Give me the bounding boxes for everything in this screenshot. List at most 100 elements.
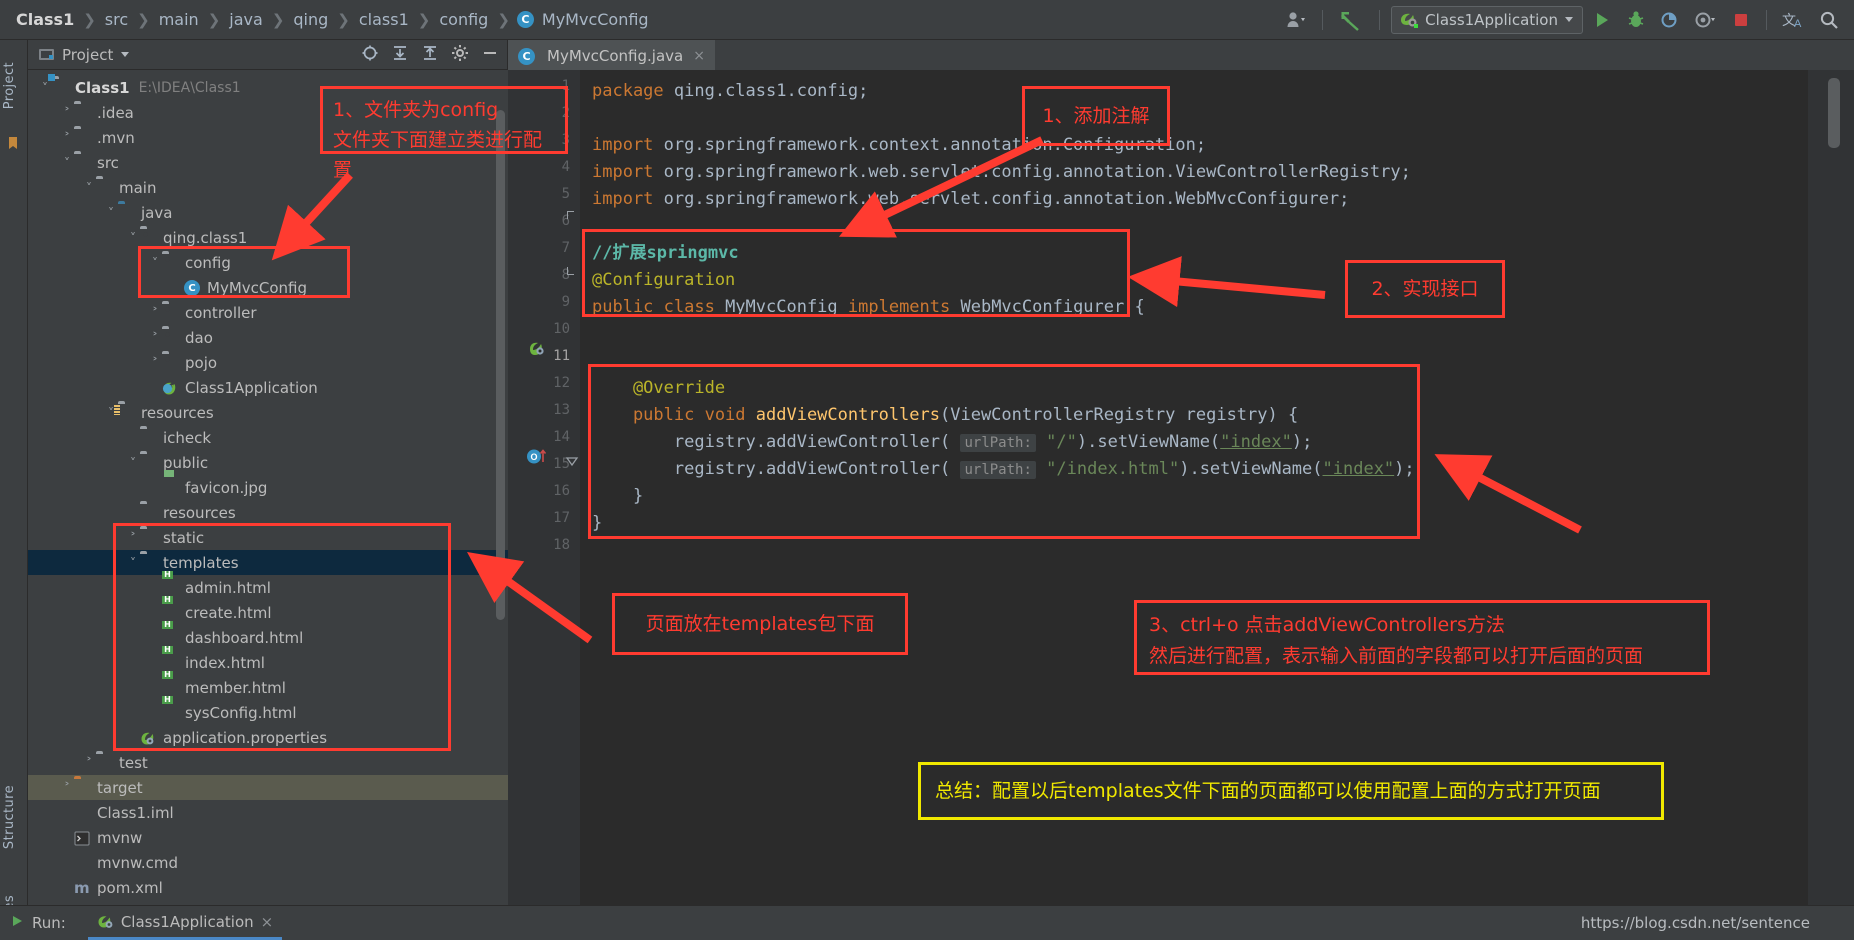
breadcrumb-item-class[interactable]: MyMvcConfig <box>540 10 651 29</box>
chevron-right-icon[interactable]: ˃ <box>60 131 74 145</box>
tree-item-mvnw-cmd[interactable]: mvnw.cmd <box>28 850 508 875</box>
search-icon[interactable] <box>1814 6 1844 34</box>
chevron-down-icon[interactable]: ˅ <box>104 206 118 220</box>
chevron-right-icon[interactable]: ˃ <box>82 756 96 770</box>
stop-icon[interactable] <box>1727 6 1755 34</box>
tree-item-label: dao <box>185 328 213 347</box>
run-tool-icon[interactable] <box>9 913 25 933</box>
chevron-down-icon[interactable]: ˅ <box>126 456 140 470</box>
tree-item-favicon-jpg[interactable]: favicon.jpg <box>28 475 508 500</box>
fold-marker-imports-end[interactable] <box>565 262 577 281</box>
update-project-icon[interactable] <box>1334 6 1368 34</box>
line-number-10[interactable]: 10 <box>553 321 570 337</box>
folder-package-icon <box>162 329 179 346</box>
override-method-gutter-icon[interactable]: O <box>526 448 556 469</box>
locate-icon[interactable] <box>361 44 379 66</box>
line-number-11[interactable]: 11 <box>553 348 570 364</box>
tree-item-pom-xml[interactable]: m pom.xml <box>28 875 508 900</box>
tool-tab-project[interactable]: Project <box>2 62 17 109</box>
line-number-13[interactable]: 13 <box>553 402 570 418</box>
chevron-down-icon[interactable]: ˅ <box>126 231 140 245</box>
line-number-9[interactable]: 9 <box>562 294 570 310</box>
fold-marker-imports[interactable] <box>565 206 577 225</box>
tree-item-public[interactable]: ˅ public <box>28 450 508 475</box>
code-line-4[interactable]: import org.springframework.web.servlet.c… <box>592 159 1411 186</box>
editor-tab-label: MyMvcConfig.java <box>547 47 684 65</box>
chevron-down-icon[interactable]: ˅ <box>60 156 74 170</box>
breadcrumb-separator: ❯ <box>497 10 510 29</box>
close-icon[interactable]: × <box>261 913 274 931</box>
run-tab-class1application[interactable]: Class1Application × <box>87 907 283 940</box>
line-number-12[interactable]: 12 <box>553 375 570 391</box>
tree-item-test[interactable]: ˃ test <box>28 750 508 775</box>
run-icon[interactable] <box>1587 6 1617 34</box>
tree-item-target[interactable]: ˃ target <box>28 775 508 800</box>
tree-item-class1-iml[interactable]: Class1.iml <box>28 800 508 825</box>
translate-icon[interactable]: 文A <box>1778 6 1810 34</box>
profile-icon[interactable] <box>1689 6 1723 34</box>
tree-item-controller[interactable]: ˃ controller <box>28 300 508 325</box>
tree-item-java[interactable]: ˅ java <box>28 200 508 225</box>
line-number-7[interactable]: 7 <box>562 240 570 256</box>
gear-icon[interactable] <box>451 44 469 66</box>
chevron-right-icon[interactable]: ˃ <box>60 781 74 795</box>
breadcrumb-item-3[interactable]: java <box>227 10 265 29</box>
breadcrumb-item-5[interactable]: class1 <box>357 10 411 29</box>
java-class-icon: C <box>516 11 534 28</box>
editor-tab-mymvcconfig[interactable]: C MyMvcConfig.java × <box>508 40 715 70</box>
line-number-17[interactable]: 17 <box>553 510 570 526</box>
tree-item-dao[interactable]: ˃ dao <box>28 325 508 350</box>
line-number-14[interactable]: 14 <box>553 429 570 445</box>
debug-icon[interactable] <box>1621 6 1651 34</box>
line-number-5[interactable]: 5 <box>562 186 570 202</box>
account-icon[interactable] <box>1281 6 1311 34</box>
bookmark-icon[interactable] <box>5 135 21 151</box>
spring-bean-gutter-icon[interactable] <box>528 340 545 361</box>
breadcrumb-item-6[interactable]: config <box>437 10 490 29</box>
svg-text:O: O <box>530 452 537 462</box>
tree-item-main[interactable]: ˅ main <box>28 175 508 200</box>
tree-item-pojo[interactable]: ˃ pojo <box>28 350 508 375</box>
editor-gutter[interactable]: 1 2 3 4 5 6 7 8 9 10 11 12 13 14 15 16 17 18 <box>508 70 580 925</box>
line-number-16[interactable]: 16 <box>553 483 570 499</box>
breadcrumb-item-2[interactable]: main <box>157 10 201 29</box>
breadcrumb-item-1[interactable]: src <box>103 10 130 29</box>
java-class-icon: C <box>518 47 535 65</box>
expand-all-icon[interactable] <box>421 44 439 66</box>
code-line-1[interactable]: package qing.class1.config; <box>592 78 868 105</box>
run-configuration-selector[interactable]: Class1Application <box>1391 5 1583 34</box>
editor-scrollbar[interactable] <box>1828 78 1840 148</box>
chevron-down-icon <box>1565 17 1573 22</box>
project-tree[interactable]: ˅ Class1 E:\IDEA\Class1 ˃ .idea ˃ .mvn ˅ src ˅ mai… <box>28 70 508 925</box>
chevron-down-icon[interactable]: ˅ <box>82 181 96 195</box>
line-number-4[interactable]: 4 <box>562 159 570 175</box>
fold-marker-method[interactable] <box>565 454 579 473</box>
chevron-right-icon[interactable]: ˃ <box>148 356 162 370</box>
run-with-coverage-icon[interactable] <box>1655 6 1685 34</box>
line-number-18[interactable]: 18 <box>553 537 570 553</box>
tree-item-icheck[interactable]: icheck <box>28 425 508 450</box>
chevron-right-icon[interactable]: ˃ <box>60 106 74 120</box>
hide-icon[interactable] <box>481 44 499 66</box>
code-line-5[interactable]: import org.springframework.web.servlet.c… <box>592 186 1349 213</box>
breadcrumb-item-0[interactable]: Class1 <box>14 10 76 29</box>
tree-item-mvnw[interactable]: mvnw <box>28 825 508 850</box>
close-icon[interactable]: × <box>693 48 705 64</box>
folder-resources-icon <box>118 404 135 421</box>
folder-module-icon <box>52 79 69 96</box>
chevron-right-icon[interactable]: ˃ <box>148 306 162 320</box>
tree-item-resources[interactable]: resources <box>28 500 508 525</box>
chevron-down-icon[interactable]: ˅ <box>38 81 52 95</box>
chevron-right-icon[interactable]: ˃ <box>148 331 162 345</box>
tree-item-label: .mvn <box>97 128 135 147</box>
breadcrumb-separator: ❯ <box>207 10 221 29</box>
collapse-all-icon[interactable] <box>391 44 409 66</box>
breadcrumb-item-4[interactable]: qing <box>291 10 330 29</box>
tree-item-class1application[interactable]: Class1Application <box>28 375 508 400</box>
tree-item-label: java <box>141 203 173 222</box>
tree-item-resources[interactable]: ˅ resources <box>28 400 508 425</box>
chevron-down-icon[interactable] <box>121 52 130 57</box>
tool-tab-structure[interactable]: Structure <box>2 785 17 849</box>
project-tree-scrollbar[interactable] <box>496 110 505 620</box>
